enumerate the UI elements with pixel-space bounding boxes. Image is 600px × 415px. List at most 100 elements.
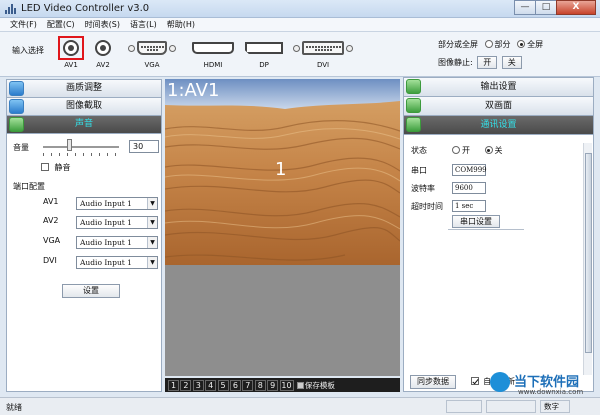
displayport-connector-icon	[245, 42, 283, 54]
power-icon	[406, 79, 421, 94]
audio-source-select[interactable]: Audio Input 1 ▼	[76, 256, 158, 269]
serial-port-label: 串口	[411, 166, 427, 175]
volume-label: 音量	[13, 143, 29, 152]
input-port-hdmi[interactable]: HDMI	[190, 36, 236, 69]
baud-rate-label: 波特率	[411, 184, 435, 193]
audio-set-button[interactable]: 设置	[62, 284, 120, 298]
preview-canvas-area[interactable]	[165, 265, 400, 376]
serial-port-field[interactable]: COM999	[452, 164, 487, 176]
tab-label: 图像截取	[65, 101, 102, 111]
input-toolbar: 输入选择 AV1 AV2 VGA HDMI DP DVI 部分或全屏 部分 全屏…	[0, 32, 600, 77]
state-on-radio[interactable]	[452, 146, 460, 154]
save-template-button[interactable]: 保存模板	[296, 380, 335, 391]
tab-label: 画质调整	[65, 83, 102, 93]
template-page-button[interactable]: 1	[168, 379, 179, 391]
tab-sound[interactable]: 声音	[7, 116, 161, 134]
template-page-button[interactable]: 10	[279, 379, 294, 391]
audio-source-select[interactable]: Audio Input 1 ▼	[76, 197, 158, 210]
template-pagebar: 1 2 3 4 5 6 7 8 9 10 保存模板	[165, 378, 400, 392]
left-panel: 画质调整 图像截取 声音 音量 30 静音 端口配置 AV1 Audio Inp…	[6, 79, 162, 392]
fullscreen-option-label: 全屏	[527, 40, 544, 49]
app-icon	[5, 4, 16, 14]
vga-connector-icon	[120, 36, 184, 60]
tab-label: 输出设置	[480, 82, 517, 92]
tab-dual-screen[interactable]: 双画面	[404, 97, 593, 116]
auto-refresh-checkbox[interactable]	[470, 377, 479, 385]
partial-radio[interactable]	[484, 40, 493, 48]
tab-label: 声音	[74, 119, 93, 129]
audio-port-label: VGA	[43, 236, 61, 245]
bnc-connector-icon	[63, 40, 79, 56]
serial-settings-button[interactable]: 串口设置	[452, 215, 500, 228]
select-value: Audio Input 1	[80, 258, 132, 267]
menu-help[interactable]: 帮助(H)	[163, 18, 201, 31]
freeze-off-button[interactable]: 关	[501, 56, 522, 69]
minimize-button[interactable]: —	[514, 0, 536, 15]
template-page-button[interactable]: 3	[192, 379, 204, 391]
tab-image-crop[interactable]: 图像截取	[7, 98, 161, 116]
timeout-field[interactable]: 1 sec	[452, 200, 486, 212]
volume-value-field[interactable]: 30	[129, 140, 159, 153]
baud-rate-field[interactable]: 9600	[452, 182, 486, 194]
port-label: DP	[259, 61, 269, 69]
vertical-scrollbar[interactable]	[583, 143, 592, 375]
audio-port-label: AV2	[43, 216, 59, 225]
input-port-vga[interactable]: VGA	[120, 36, 184, 69]
tab-image-quality[interactable]: 画质调整	[7, 80, 161, 98]
preview-window-label: 1:AV1	[167, 80, 220, 101]
status-cell-empty	[446, 400, 482, 413]
window-title: LED Video Controller v3.0	[21, 3, 150, 14]
communication-settings: 状态 开 关 串口 COM999 波特率 9600 超时时间 1 sec 串口设…	[404, 135, 593, 393]
template-page-button[interactable]: 9	[267, 379, 279, 391]
template-page-button[interactable]: 4	[205, 379, 217, 391]
chevron-down-icon: ▼	[147, 237, 157, 248]
volume-slider-thumb[interactable]	[66, 139, 72, 151]
status-text: 就绪	[6, 403, 22, 412]
partial-label: 部分	[494, 40, 511, 49]
chevron-down-icon: ▼	[147, 257, 157, 268]
input-port-dp[interactable]: DP	[243, 36, 285, 69]
mute-row: 静音	[41, 162, 71, 173]
template-page-button[interactable]: 8	[254, 379, 266, 391]
watermark: 当下软件园 www.downxia.com	[490, 371, 594, 399]
chevron-down-icon: ▼	[147, 217, 157, 228]
select-value: Audio Input 1	[80, 218, 132, 227]
maximize-button[interactable]: □	[535, 0, 557, 15]
numlock-indicator: 数字	[540, 400, 570, 413]
template-page-button[interactable]: 6	[229, 379, 241, 391]
status-bar: 就绪 数字	[0, 397, 600, 415]
sync-data-button[interactable]: 同步数据	[410, 375, 456, 389]
mute-checkbox[interactable]	[41, 163, 49, 171]
tab-output-settings[interactable]: 输出设置	[404, 78, 593, 97]
menu-bar: 文件(F) 配置(C) 时间表(S) 语言(L) 帮助(H)	[0, 18, 600, 32]
menu-language[interactable]: 语言(L)	[126, 18, 163, 31]
save-icon	[296, 381, 304, 389]
video-preview[interactable]: 1:AV1 1	[165, 79, 400, 265]
audio-source-select[interactable]: Audio Input 1 ▼	[76, 216, 158, 229]
template-page-button[interactable]: 7	[242, 379, 254, 391]
template-page-button[interactable]: 2	[180, 379, 192, 391]
close-button[interactable]: X	[556, 0, 596, 15]
dvi-connector-icon	[288, 36, 358, 60]
state-off-radio[interactable]	[484, 146, 493, 154]
template-page-button[interactable]: 5	[217, 379, 229, 391]
input-port-av1[interactable]: AV1	[58, 36, 84, 69]
tab-communication-settings[interactable]: 通讯设置	[404, 116, 593, 135]
fullscreen-radio[interactable]	[517, 40, 526, 48]
tab-label: 双画面	[484, 101, 512, 111]
menu-schedule[interactable]: 时间表(S)	[81, 18, 126, 31]
port-config-label: 端口配置	[13, 182, 45, 191]
mute-label: 静音	[54, 163, 71, 172]
menu-file[interactable]: 文件(F)	[6, 18, 43, 31]
input-port-dvi[interactable]: DVI	[288, 36, 358, 69]
input-select-label: 输入选择	[12, 46, 44, 55]
scrollbar-thumb[interactable]	[585, 153, 592, 353]
port-label: VGA	[144, 61, 160, 69]
audio-source-select[interactable]: Audio Input 1 ▼	[76, 236, 158, 249]
fullscreen-label: 部分或全屏	[438, 40, 478, 49]
input-port-av2[interactable]: AV2	[90, 36, 116, 69]
dual-screen-icon	[406, 98, 421, 113]
freeze-on-button[interactable]: 开	[477, 56, 498, 69]
volume-slider-track[interactable]	[43, 146, 119, 148]
menu-config[interactable]: 配置(C)	[43, 18, 81, 31]
